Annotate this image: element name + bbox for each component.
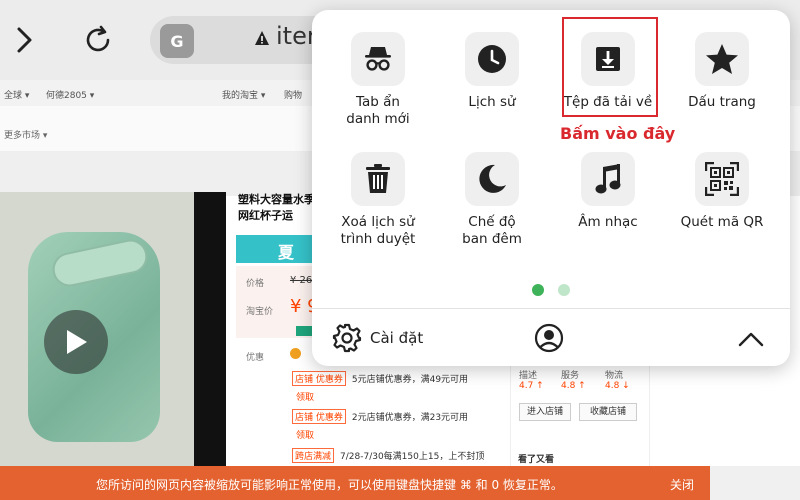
translate-icon: G bbox=[170, 31, 184, 51]
clock-icon bbox=[465, 32, 519, 86]
taobao-price-label: 淘宝价 bbox=[246, 307, 274, 317]
forward-button[interactable] bbox=[6, 22, 42, 58]
score-label: 描述 bbox=[519, 371, 538, 381]
translate-button[interactable]: G bbox=[160, 24, 194, 58]
coupon-text: 7/28-7/30每满150上15，上不封顶 bbox=[340, 452, 485, 462]
menu-item-clear-history[interactable]: Xoá lịch sử trình duyệt bbox=[320, 152, 436, 248]
menu-item-incognito-tab[interactable]: Tab ẩn danh mới bbox=[320, 32, 436, 128]
menu-item-history[interactable]: Lịch sử bbox=[434, 32, 550, 111]
enter-shop-button[interactable]: 进入店铺 bbox=[519, 403, 571, 421]
user-menu[interactable]: 何德2805 ▾ bbox=[46, 88, 94, 101]
claim-coupon-link[interactable]: 领取 bbox=[296, 428, 314, 441]
score-value: 4.8 ↑ bbox=[561, 381, 586, 391]
coupon-text: 5元店铺优惠券，满49元可用 bbox=[351, 375, 469, 385]
coupon-tag: 店铺 优惠券 bbox=[292, 371, 346, 386]
coupon-tag: 跨店满减 bbox=[292, 448, 335, 463]
coupon-row: 店铺 优惠券 2元店铺优惠券，满23元可用 bbox=[292, 409, 468, 424]
url-text: iter bbox=[276, 22, 317, 50]
coupon-text: 2元店铺优惠券，满23元可用 bbox=[351, 413, 469, 423]
my-taobao-link[interactable]: 我的淘宝 ▾ bbox=[222, 88, 265, 101]
coupon-row: 跨店满减 7/28-7/30每满150上15，上不封顶 bbox=[292, 448, 484, 463]
video-edge bbox=[194, 192, 226, 470]
score-value: 4.7 ↑ bbox=[519, 381, 544, 391]
page-dot[interactable] bbox=[558, 284, 570, 296]
cart-link[interactable]: 购物 bbox=[284, 88, 302, 101]
music-note-icon bbox=[581, 152, 635, 206]
warning-icon bbox=[255, 31, 269, 45]
promo-banner: 夏 bbox=[236, 235, 318, 263]
incognito-icon bbox=[351, 32, 405, 86]
notice-close-button[interactable]: 关闭 bbox=[670, 476, 694, 493]
notice-strip bbox=[710, 466, 800, 500]
claim-coupon-link[interactable]: 领取 bbox=[296, 390, 314, 403]
chevron-up-icon bbox=[738, 332, 764, 347]
menu-item-label: Chế độ ban đêm bbox=[462, 214, 522, 247]
play-icon bbox=[67, 330, 87, 354]
chevron-right-icon bbox=[17, 27, 32, 53]
notice-text: 您所访问的网页内容被缩放可能影响正常使用，可以使用键盘快捷键 ⌘ 和 0 恢复正… bbox=[96, 478, 563, 492]
star-icon bbox=[695, 32, 749, 86]
coupon-tag: 店铺 优惠券 bbox=[292, 409, 346, 424]
settings-button[interactable]: Cài đặt bbox=[332, 322, 423, 354]
more-market-link[interactable]: 更多市场 ▾ bbox=[4, 128, 47, 141]
coupon-row: 店铺 优惠券 5元店铺优惠券，满49元可用 bbox=[292, 371, 468, 386]
menu-item-label: Xoá lịch sử trình duyệt bbox=[340, 214, 416, 247]
promo-banner-text: 夏 bbox=[278, 243, 295, 262]
trash-icon bbox=[351, 152, 405, 206]
reload-button[interactable] bbox=[80, 22, 116, 58]
score-label: 物流 bbox=[605, 371, 624, 381]
favorite-shop-button[interactable]: 收藏店铺 bbox=[579, 403, 637, 421]
menu-item-bookmarks[interactable]: Dấu trang bbox=[664, 32, 780, 111]
click-here-hint: Bấm vào đây bbox=[560, 124, 676, 143]
menu-item-label: Tab ẩn danh mới bbox=[346, 94, 410, 127]
menu-item-night-mode[interactable]: Chế độ ban đêm bbox=[434, 152, 550, 248]
menu-divider bbox=[312, 308, 790, 309]
menu-item-label: Dấu trang bbox=[688, 94, 756, 110]
discount-label: 优惠 bbox=[246, 353, 265, 363]
user-avatar-icon bbox=[534, 323, 564, 353]
settings-label: Cài đặt bbox=[370, 329, 424, 347]
product-video[interactable] bbox=[0, 192, 226, 470]
menu-item-music[interactable]: Âm nhạc bbox=[550, 152, 666, 231]
collapse-menu-button[interactable] bbox=[736, 326, 766, 352]
price-value: ¥ 26 bbox=[290, 275, 313, 286]
zoom-notice-bar: 您所访问的网页内容被缩放可能影响正常使用，可以使用键盘快捷键 ⌘ 和 0 恢复正… bbox=[0, 466, 710, 500]
product-title: 塑料大容量水季网红杯子运 bbox=[238, 193, 315, 222]
score-value: 4.8 ↓ bbox=[605, 381, 630, 391]
account-button[interactable] bbox=[534, 323, 564, 353]
moon-icon bbox=[465, 152, 519, 206]
menu-item-label: Lịch sử bbox=[468, 94, 516, 110]
browser-menu-popup: Tab ẩn danh mới Lịch sử Tệp đã tải về Dấ… bbox=[312, 10, 790, 366]
page-indicator bbox=[532, 284, 570, 296]
see-also-heading: 看了又看 bbox=[518, 455, 555, 465]
play-button[interactable] bbox=[44, 310, 108, 374]
shop-coupon-icon bbox=[290, 348, 301, 359]
qr-code-icon bbox=[695, 152, 749, 206]
region-selector[interactable]: 全球 ▾ bbox=[4, 88, 29, 101]
price-label: 价格 bbox=[246, 279, 265, 289]
menu-item-label: Âm nhạc bbox=[578, 214, 638, 230]
menu-item-label: Quét mã QR bbox=[680, 214, 764, 230]
highlight-box bbox=[562, 17, 658, 117]
score-label: 服务 bbox=[561, 371, 580, 381]
gear-icon bbox=[332, 323, 362, 353]
reload-icon bbox=[86, 25, 110, 52]
page-dot-active[interactable] bbox=[532, 284, 544, 296]
menu-item-qr-scan[interactable]: Quét mã QR bbox=[664, 152, 780, 231]
